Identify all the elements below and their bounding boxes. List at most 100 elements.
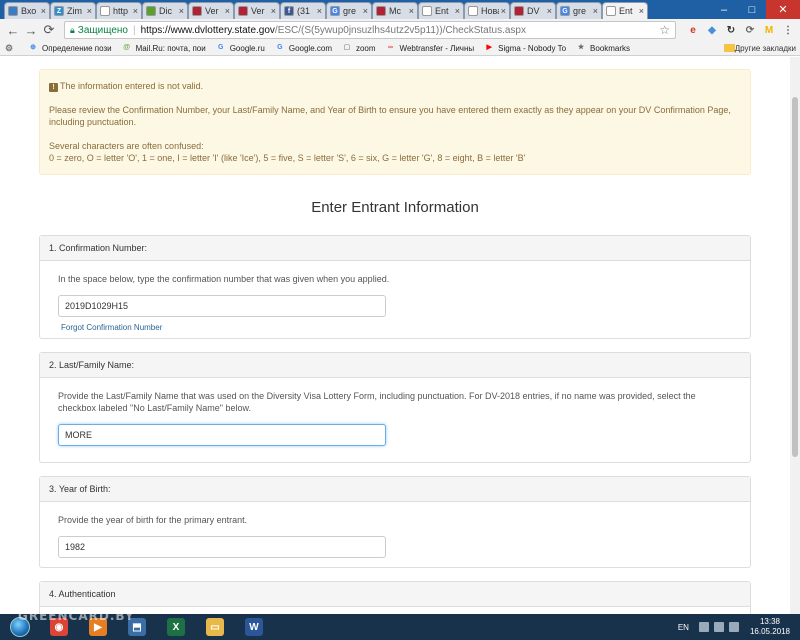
tab-favicon-icon (146, 6, 156, 16)
tab-close-icon[interactable]: × (593, 6, 598, 16)
tab-label: Dic (159, 6, 172, 16)
minimize-button[interactable]: – (710, 0, 738, 19)
tab-close-icon[interactable]: × (271, 6, 276, 16)
bookmark-item[interactable]: ∞ Webtransfer - Личны (386, 43, 474, 53)
extensions-area: e ◆ ↻ ⟳ M ⋮ (682, 22, 796, 38)
rotate-extension-icon[interactable]: ↻ (723, 22, 739, 38)
bookmark-item[interactable]: G Google.com (275, 43, 332, 53)
system-tray: EN 13:38 16.05.2018 (678, 617, 800, 637)
browser-tab[interactable]: Ent × (418, 2, 464, 19)
tab-close-icon[interactable]: × (317, 6, 322, 16)
excel-taskbar-icon: X (167, 618, 185, 636)
volume-icon[interactable] (728, 622, 739, 632)
menu-icon[interactable]: ⋮ (780, 22, 796, 38)
lastname-input[interactable]: MORE (58, 424, 386, 446)
tab-strip: Вхо × Z Zim × http × Dic × Ver × Ver × f (31 × Ggre × Mc × E… (0, 0, 800, 19)
clock-time: 13:38 (759, 617, 780, 626)
bookmark-favicon-icon: ∞ (388, 44, 394, 51)
clock-date: 16.05.2018 (749, 627, 790, 636)
bookmark-label: Sigma - Nobody To (498, 43, 567, 53)
tab-label: http (113, 6, 129, 16)
other-bookmarks[interactable]: Другие закладки (723, 44, 796, 53)
page-viewport: ! The information entered is not valid. P… (0, 57, 790, 614)
bookmark-item[interactable]: G Google.ru (216, 43, 265, 53)
browser-tab[interactable]: Z Zim × (50, 2, 96, 19)
tab-label: DV (527, 6, 540, 16)
tab-close-icon[interactable]: × (639, 6, 644, 16)
excel-taskbar-button[interactable]: X (157, 615, 195, 639)
scrollbar-thumb[interactable] (792, 97, 798, 457)
maximize-button[interactable]: □ (738, 0, 766, 19)
bookmark-favicon-icon: ★ (577, 44, 585, 51)
tab-close-icon[interactable]: × (179, 6, 184, 16)
alert-title: The information entered is not valid. (60, 81, 204, 91)
secure-indicator[interactable]: 🔒︎ Защищено (70, 25, 128, 36)
address-bar[interactable]: 🔒︎ Защищено | https://www.dvlottery.stat… (64, 21, 676, 39)
tab-label: Вхо (21, 6, 37, 16)
page-scrollbar[interactable] (790, 57, 800, 614)
browser-tab[interactable]: Ggre × (326, 2, 372, 19)
browser-tab[interactable]: Ver × (234, 2, 280, 19)
lastname-hint: Provide the Last/Family Name that was us… (58, 391, 696, 413)
confirmation-panel: 1. Confirmation Number: In the space bel… (39, 235, 751, 339)
tab-close-icon[interactable]: × (455, 6, 460, 16)
alert-review-text: Please review the Confirmation Number, y… (49, 105, 731, 127)
authentication-label: 4. Authentication (40, 582, 750, 607)
tab-close-icon[interactable]: × (547, 6, 552, 16)
tab-favicon-icon: f (284, 6, 294, 16)
bookmark-favicon-icon: ▶ (486, 44, 492, 51)
forward-button[interactable]: → (22, 21, 40, 39)
url-separator: | (132, 24, 136, 36)
browser-tab[interactable]: http × (96, 2, 142, 19)
explorer-taskbar-button[interactable]: ▭ (196, 615, 234, 639)
network-icon[interactable] (713, 622, 724, 632)
browser-tab[interactable]: Ggre × (556, 2, 602, 19)
reload-button[interactable]: ⟳ (40, 21, 58, 39)
tab-favicon-icon (192, 6, 202, 16)
page-title: Enter Entrant Information (311, 199, 479, 216)
apps-bookmark[interactable]: ⚙ (4, 43, 18, 53)
bookmark-item[interactable]: ▶ Sigma - Nobody To (484, 43, 566, 53)
birth-year-label: 3. Year of Birth: (40, 477, 750, 502)
clock[interactable]: 13:38 16.05.2018 (750, 617, 790, 637)
browser-tab[interactable]: Ver × (188, 2, 234, 19)
browser-tab[interactable]: DV × (510, 2, 556, 19)
browser-tab[interactable]: Ent × (602, 2, 648, 19)
bookmark-label: Google.com (288, 43, 332, 53)
confirmation-number-input[interactable]: 2019D1029H15 (58, 295, 386, 317)
forgot-confirmation-link[interactable]: Forgot Confirmation Number (61, 322, 162, 334)
tab-label: Ent (619, 6, 633, 16)
bookmark-item[interactable]: ▢ zoom (342, 43, 376, 53)
tab-close-icon[interactable]: × (225, 6, 230, 16)
tab-favicon-icon (468, 6, 478, 16)
bookmark-item[interactable]: ★ Bookmarks (576, 43, 630, 53)
tab-close-icon[interactable]: × (501, 6, 506, 16)
browser-tab[interactable]: Mc × (372, 2, 418, 19)
tab-close-icon[interactable]: × (41, 6, 46, 16)
birth-year-input[interactable]: 1982 (58, 536, 386, 558)
tab-close-icon[interactable]: × (409, 6, 414, 16)
tray-arrow-icon[interactable] (698, 622, 709, 632)
browser-tab[interactable]: Dic × (142, 2, 188, 19)
browser-tab[interactable]: Новая× (464, 2, 510, 19)
language-indicator[interactable]: EN (678, 623, 689, 632)
word-taskbar-button[interactable]: W (235, 615, 273, 639)
bookmark-item[interactable]: @ Mail.Ru: почта, пои (122, 43, 205, 53)
close-window-button[interactable]: ✕ (766, 0, 800, 19)
tab-close-icon[interactable]: × (87, 6, 92, 16)
browser-tab[interactable]: Вхо × (4, 2, 50, 19)
tab-favicon-icon (100, 6, 110, 16)
error-alert: ! The information entered is not valid. P… (39, 69, 751, 175)
refresh-extension-icon[interactable]: ⟳ (742, 22, 758, 38)
bookmark-item[interactable]: ⊕ Определение пози (28, 43, 112, 53)
browser-tab[interactable]: f (31 × (280, 2, 326, 19)
shield-extension-icon[interactable]: ◆ (704, 22, 720, 38)
tab-label: Zim (67, 6, 82, 16)
bookmark-star-icon[interactable]: ☆ (659, 23, 670, 37)
back-button[interactable]: ← (4, 21, 22, 39)
tab-close-icon[interactable]: × (363, 6, 368, 16)
m-extension-icon[interactable]: M (761, 22, 777, 38)
tab-label: (31 (297, 6, 311, 16)
tab-close-icon[interactable]: × (133, 6, 138, 16)
red-circle-extension-icon[interactable]: e (685, 22, 701, 38)
